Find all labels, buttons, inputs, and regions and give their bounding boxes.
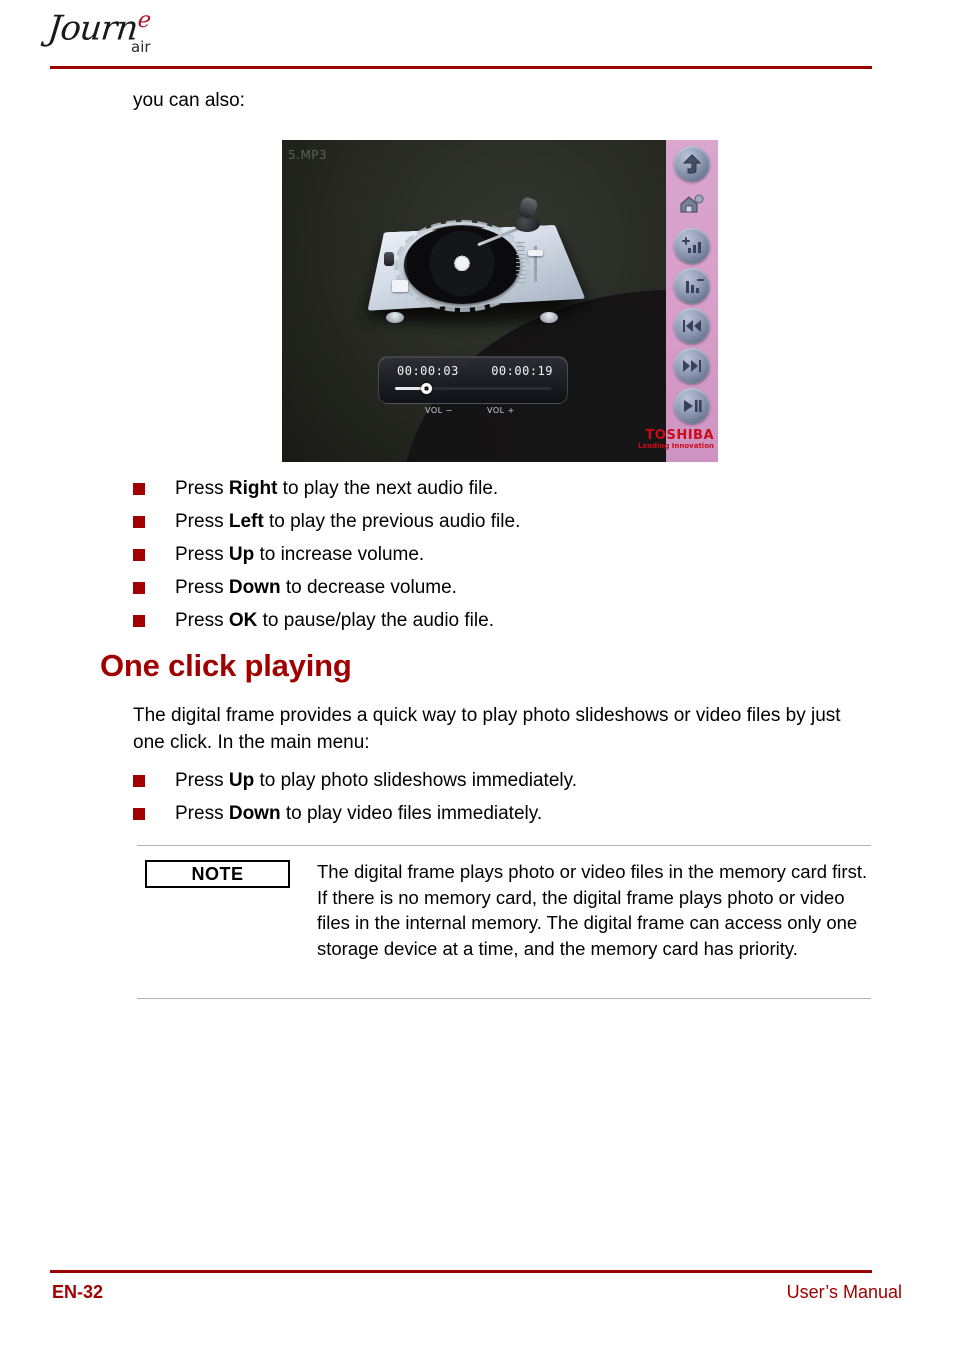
brand-logo-word-text: Journ [45, 8, 140, 49]
playback-progress-knob[interactable] [421, 383, 432, 394]
bullet-key-label: Down [228, 803, 281, 824]
turntable-pitch-slider-knob [528, 250, 543, 256]
note-inner: NOTE The digital frame plays photo or vi… [137, 846, 871, 998]
bullet-key-label: Right [228, 478, 278, 499]
toshiba-wordmark: TOSHIBA [645, 428, 714, 444]
volume-down-icon[interactable] [674, 268, 710, 304]
list-item: Press Down to play video files immediate… [133, 797, 577, 830]
bullet-square-icon [133, 483, 145, 495]
volume-down-glyph [674, 268, 710, 304]
turntable-left-knob [384, 252, 394, 266]
note-body-text: The digital frame plays photo or video f… [317, 861, 868, 959]
list-item: Press OK to pause/play the audio file. [133, 604, 520, 637]
brand-logo-accent-letter: e [136, 8, 152, 33]
previous-track-icon[interactable] [674, 308, 710, 344]
bullet-square-icon [133, 549, 145, 561]
bullet-text-prefix: Press [175, 511, 229, 532]
bullet-square-icon [133, 808, 145, 820]
intro-line: you can also: [133, 90, 245, 111]
volume-up-label: VOL + [487, 406, 515, 415]
note-divider-bottom [137, 998, 871, 999]
note-callout: NOTE The digital frame plays photo or vi… [137, 845, 871, 999]
list-item: Press Up to increase volume. [133, 538, 520, 571]
previous-track-glyph [674, 308, 710, 344]
bullet-text-prefix: Press [175, 770, 229, 791]
brand-logo: Journe air [45, 8, 218, 60]
header-divider-rule [50, 66, 872, 69]
turntable-power-switch [392, 280, 408, 292]
bullet-key-label: Down [228, 577, 281, 598]
bullet-text-suffix: to play video files immediately. [280, 803, 543, 824]
volume-down-label: VOL − [425, 406, 453, 415]
bullet-text-suffix: to decrease volume. [280, 577, 457, 598]
bullet-text-prefix: Press [175, 478, 229, 499]
bullet-text-suffix: to play the previous audio file. [263, 511, 521, 532]
note-badge-label: NOTE [191, 863, 244, 884]
one-click-bullet-list: Press Up to play photo slideshows immedi… [133, 764, 577, 830]
home-icon[interactable] [674, 186, 710, 222]
list-item: Press Left to play the previous audio fi… [133, 505, 520, 538]
toshiba-tagline: Leading Innovation [638, 442, 714, 451]
turntable-graphic [367, 190, 586, 340]
play-pause-glyph [674, 388, 710, 424]
section-paragraph: The digital frame provides a quick way t… [133, 705, 841, 753]
bullet-text-prefix: Press [175, 610, 229, 631]
footer-page-number: EN-32 [52, 1282, 104, 1302]
footer-manual-label: User’s Manual [786, 1282, 902, 1302]
page-header: Journe air [0, 0, 954, 72]
list-item: Press Down to decrease volume. [133, 571, 520, 604]
audio-filename-overlay: 5.MP3 [288, 148, 328, 162]
play-pause-icon[interactable] [674, 388, 710, 424]
total-time-label: 00:00:19 [491, 364, 553, 378]
device-photo-figure: 5.MP3 00:00:03 00:00:19 VOL − VOL + TOSH… [282, 140, 718, 462]
bullet-text-suffix: to play photo slideshows immediately. [254, 770, 577, 791]
page-title: One click playing [100, 648, 352, 683]
bullet-square-icon [133, 775, 145, 787]
bullet-text-suffix: to increase volume. [254, 544, 425, 565]
device-icon-rail [666, 140, 718, 462]
bullet-text-prefix: Press [175, 544, 229, 565]
note-badge: NOTE [145, 860, 290, 888]
bullet-text-prefix: Press [175, 577, 229, 598]
bullet-key-label: Left [228, 511, 264, 532]
turntable-foot-left [386, 312, 404, 323]
volume-up-icon[interactable] [674, 228, 710, 264]
bullet-text-suffix: to play the next audio file. [277, 478, 499, 499]
back-up-arrow-glyph [674, 146, 710, 182]
playback-progress-slider[interactable] [395, 383, 551, 394]
list-item: Press Right to play the next audio file. [133, 472, 520, 505]
turntable-vinyl-record [404, 226, 520, 304]
back-up-arrow-icon[interactable] [674, 146, 710, 182]
audio-controls-bullet-list: Press Right to play the next audio file.… [133, 472, 520, 637]
player-control-bar: 00:00:03 00:00:19 [378, 356, 568, 404]
bullet-square-icon [133, 615, 145, 627]
bullet-square-icon [133, 582, 145, 594]
bullet-key-label: OK [228, 610, 258, 631]
bullet-square-icon [133, 516, 145, 528]
home-glyph [674, 186, 710, 222]
elapsed-time-label: 00:00:03 [397, 364, 459, 378]
volume-up-glyph [674, 228, 710, 264]
footer-divider-rule [50, 1270, 872, 1273]
brand-logo-subtitle: air [131, 38, 151, 56]
bullet-key-label: Up [228, 544, 255, 565]
turntable-foot-right [540, 312, 558, 323]
next-track-icon[interactable] [674, 348, 710, 384]
next-track-glyph [674, 348, 710, 384]
toshiba-brand-logo: TOSHIBA Leading Innovation [622, 429, 714, 452]
bullet-text-prefix: Press [175, 803, 229, 824]
list-item: Press Up to play photo slideshows immedi… [133, 764, 577, 797]
turntable-pitch-ticks [516, 242, 525, 284]
bullet-text-suffix: to pause/play the audio file. [257, 610, 494, 631]
page-footer: EN-32 User’s Manual [0, 1256, 954, 1348]
bullet-key-label: Up [228, 770, 255, 791]
